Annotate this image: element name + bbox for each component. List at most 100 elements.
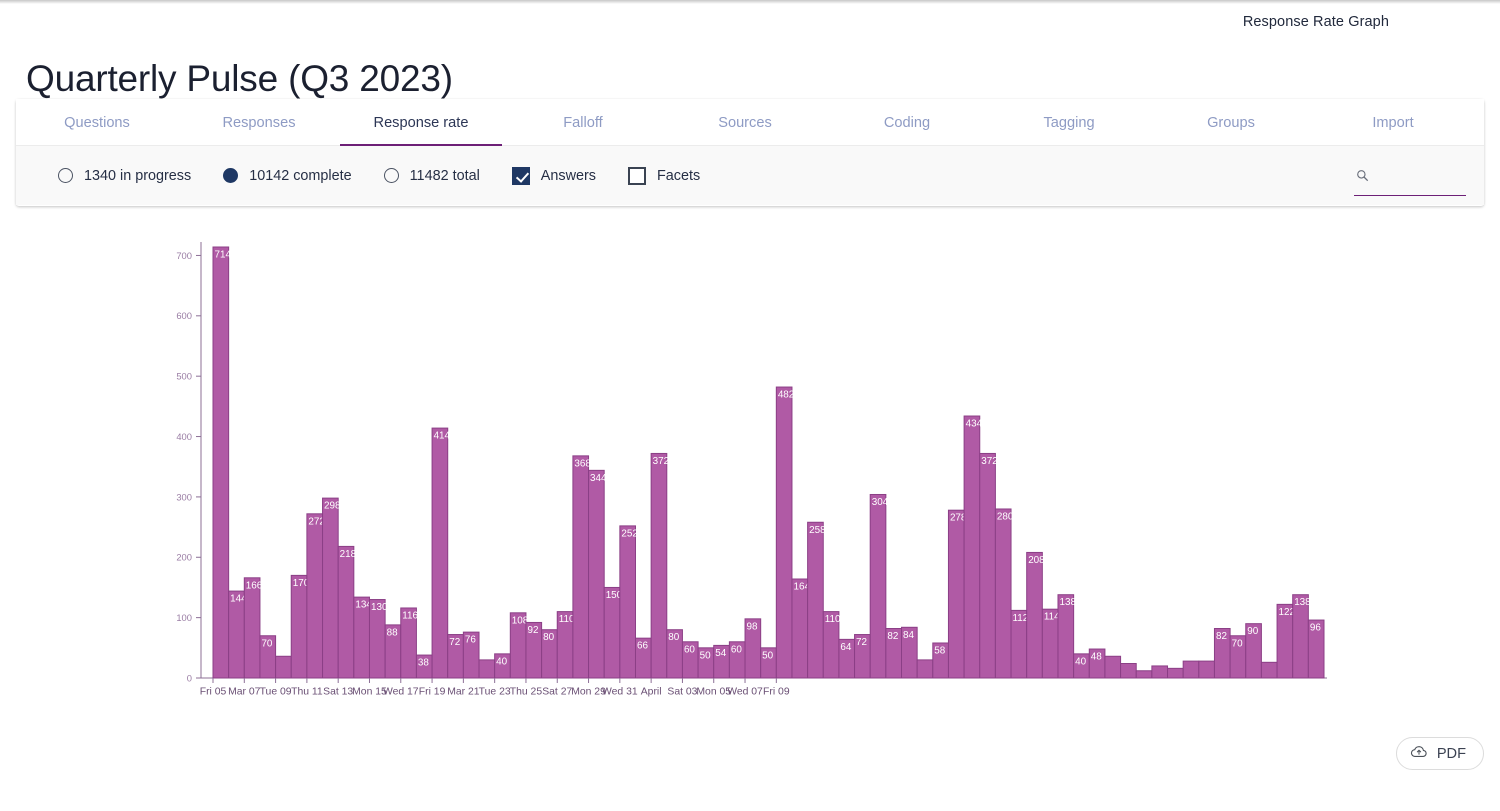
bar-group[interactable]: 38 (415, 654, 433, 679)
bar-group[interactable]: 60 (728, 641, 746, 679)
bar-group[interactable] (1198, 660, 1215, 679)
bar-group[interactable]: 84 (901, 626, 918, 679)
tab-falloff[interactable]: Falloff (502, 99, 664, 146)
bar[interactable] (588, 469, 605, 679)
bar[interactable] (1135, 670, 1153, 679)
bar-group[interactable]: 54 (713, 644, 730, 679)
bar-group[interactable]: 72 (854, 634, 871, 679)
radio-selected-icon[interactable] (223, 168, 239, 183)
bar-group[interactable]: 50 (697, 647, 715, 679)
bar[interactable] (603, 586, 621, 679)
bar-group[interactable] (1260, 661, 1278, 679)
tab-import[interactable]: Import (1312, 99, 1474, 146)
bar[interactable] (431, 427, 449, 679)
bar[interactable] (337, 545, 355, 679)
tab-coding[interactable]: Coding (826, 99, 988, 146)
tab-responses[interactable]: Responses (178, 99, 340, 146)
checkbox-unchecked-icon[interactable] (627, 166, 646, 185)
tab-groups[interactable]: Groups (1150, 99, 1312, 146)
bar-group[interactable]: 80 (666, 629, 683, 679)
bar[interactable] (963, 415, 981, 679)
bar[interactable] (807, 521, 824, 679)
bar[interactable] (275, 655, 292, 679)
bar[interactable] (290, 574, 308, 679)
bar[interactable] (947, 509, 965, 679)
bar-group[interactable]: 58 (932, 642, 949, 679)
bar-group[interactable]: 82 (885, 628, 903, 679)
search-input[interactable] (1369, 166, 1449, 188)
bar-group[interactable]: 48 (1088, 648, 1106, 679)
bar[interactable] (1260, 661, 1278, 679)
tab-response-rate[interactable]: Response rate (340, 99, 502, 146)
bar[interactable] (1198, 660, 1215, 679)
bar-group[interactable] (478, 659, 496, 679)
checkbox-answers[interactable]: Answers (511, 166, 596, 185)
bar-group[interactable]: 110 (822, 611, 841, 679)
bar[interactable] (243, 577, 261, 679)
bar[interactable] (916, 659, 934, 679)
bar-group[interactable] (1151, 665, 1169, 679)
bar-group[interactable]: 82 (1213, 628, 1231, 679)
bar[interactable] (775, 386, 793, 679)
bar-group[interactable]: 64 (838, 638, 856, 679)
bar-group[interactable]: 96 (1307, 619, 1325, 679)
legend-label: 11482 total (409, 167, 480, 184)
bar[interactable] (322, 497, 339, 679)
bar-group[interactable]: 76 (462, 631, 480, 679)
bar-group[interactable]: 40 (1073, 653, 1090, 679)
checkbox-checked-icon[interactable] (511, 166, 530, 185)
bar-group[interactable]: 66 (634, 637, 652, 679)
bar-group[interactable]: 70 (1229, 635, 1247, 679)
bar[interactable] (994, 508, 1012, 679)
tab-questions[interactable]: Questions (16, 99, 178, 146)
legend-radio-1[interactable]: 10142 complete (223, 168, 352, 184)
bar-group[interactable] (1135, 670, 1153, 679)
bar-group[interactable] (1167, 667, 1184, 679)
bar[interactable] (1167, 667, 1184, 679)
tab-tagging[interactable]: Tagging (988, 99, 1150, 146)
legend-radio-2[interactable]: 11482 total (383, 167, 480, 184)
bar-group[interactable] (275, 655, 292, 679)
bar[interactable] (791, 578, 809, 679)
bar[interactable] (619, 525, 636, 679)
checkbox-facets[interactable]: Facets (627, 166, 700, 185)
bar-group[interactable] (1104, 655, 1122, 679)
bar[interactable] (869, 493, 887, 679)
bar[interactable] (1026, 551, 1043, 679)
bar[interactable] (1182, 660, 1200, 679)
bar[interactable] (306, 513, 324, 679)
bar[interactable] (1151, 665, 1169, 679)
bar[interactable] (979, 452, 996, 679)
bar-group[interactable] (1182, 660, 1200, 679)
pdf-export-button[interactable]: PDF (1395, 737, 1484, 770)
bar[interactable] (650, 452, 668, 679)
bar-group[interactable]: 60 (681, 641, 699, 679)
bar-group[interactable]: 88 (384, 624, 402, 679)
search-box[interactable] (1354, 166, 1466, 196)
bar-group[interactable] (916, 659, 934, 679)
bar-group[interactable]: 98 (744, 618, 762, 679)
bar-group[interactable]: 72 (447, 634, 464, 679)
bar[interactable] (572, 455, 590, 679)
bar-group[interactable]: 40 (494, 653, 511, 679)
bar-group[interactable]: 50 (760, 647, 777, 679)
bar-group[interactable]: 112 (1010, 609, 1028, 679)
bar[interactable] (1104, 655, 1122, 679)
bar[interactable] (1120, 663, 1137, 679)
radio-unselected-icon[interactable] (58, 168, 73, 183)
radio-unselected-icon[interactable] (383, 168, 399, 183)
bar[interactable] (478, 659, 496, 679)
bar-group[interactable]: 110 (556, 611, 575, 679)
tab-sources[interactable]: Sources (664, 99, 826, 146)
bar-group[interactable]: 92 (525, 621, 543, 679)
bar-group[interactable]: 80 (541, 629, 558, 679)
bar-group[interactable]: 90 (1245, 623, 1262, 679)
bar-value-label: 138 (1294, 597, 1311, 608)
bar-group[interactable] (1120, 663, 1137, 679)
y-tick-label: 400 (176, 431, 192, 442)
bar-group[interactable]: 70 (259, 635, 277, 679)
bar-group[interactable]: 116 (400, 607, 419, 679)
bar[interactable] (212, 246, 230, 679)
bar-group[interactable]: 114 (1041, 608, 1060, 679)
legend-radio-0[interactable]: 1340 in progress (58, 168, 191, 184)
